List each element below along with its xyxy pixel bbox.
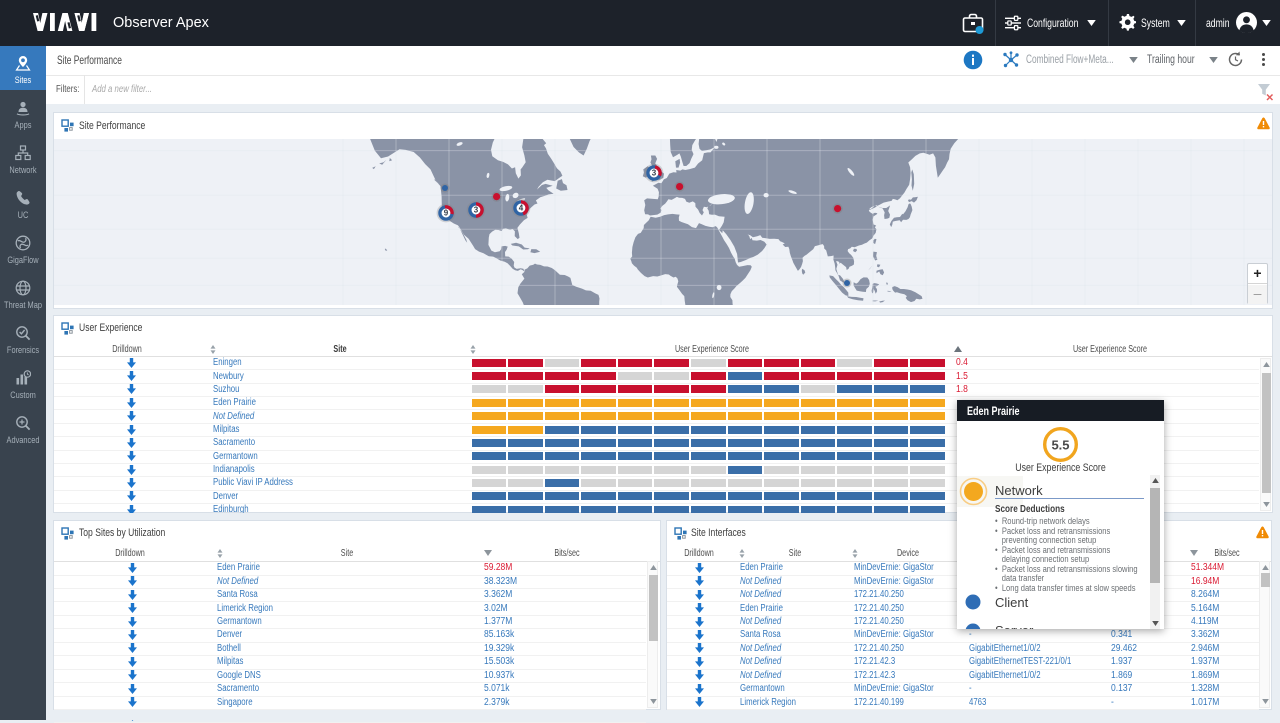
svg-text:5.5: 5.5 [1051, 438, 1069, 453]
svg-text:3: 3 [474, 206, 479, 215]
svg-text:4: 4 [518, 203, 523, 212]
svg-text:9: 9 [444, 208, 449, 217]
svg-text:3: 3 [651, 169, 656, 178]
